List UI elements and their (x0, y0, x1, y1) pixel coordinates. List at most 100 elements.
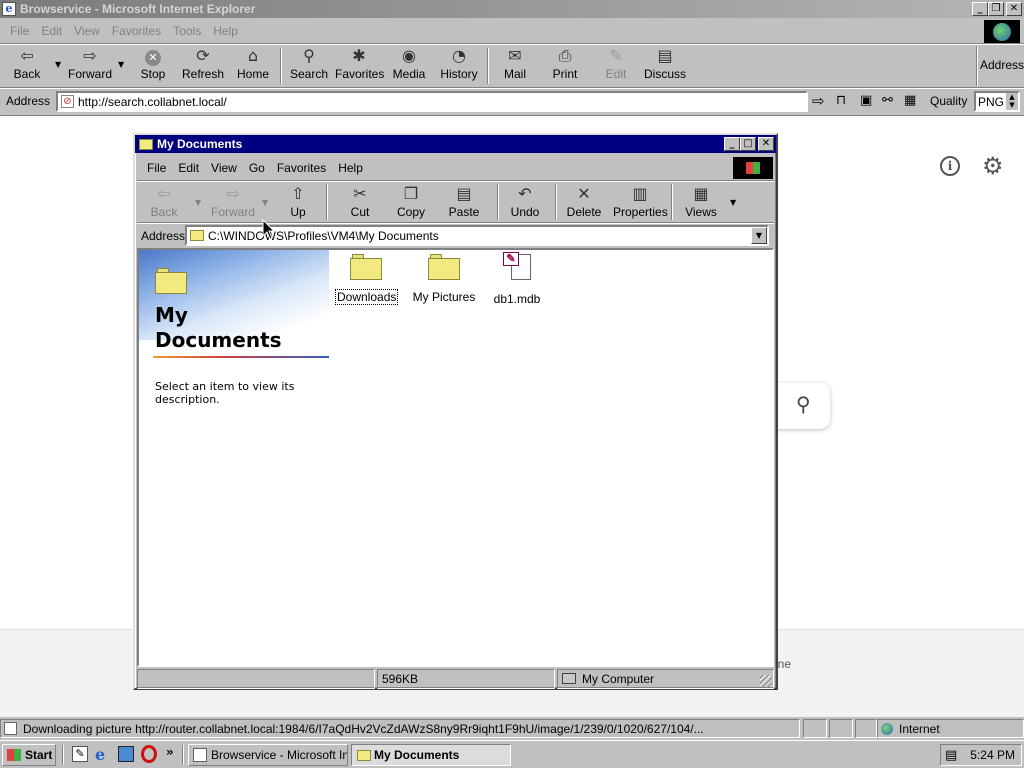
copy-button[interactable]: ❐ Copy (395, 184, 427, 219)
tray-schedule-icon[interactable]: ▤ (945, 748, 957, 763)
explorer-menu-help[interactable]: Help (332, 161, 369, 175)
ie-status-bar: Downloading picture http://router.collab… (0, 719, 1024, 739)
explorer-back-dropdown-icon[interactable]: ▼ (195, 198, 201, 207)
quicklaunch-ie-icon[interactable]: e (95, 745, 105, 764)
start-button[interactable]: Start (2, 744, 56, 766)
file-item-db1[interactable]: ✎ db1.mdb (489, 252, 545, 306)
ie-discuss-button[interactable]: ▤ Discuss (643, 46, 687, 81)
web-search-icon[interactable]: ⚲ (796, 392, 811, 416)
copy-icon: ❐ (403, 184, 419, 203)
ie-menu-edit[interactable]: Edit (35, 24, 68, 38)
address-dropdown-button[interactable]: ▼ (751, 227, 767, 244)
ie-forward-button[interactable]: ⇨ Forward (68, 46, 112, 81)
restore-button[interactable]: ❐ (988, 2, 1004, 16)
quality-select[interactable]: PNG ▲ ▼ (974, 91, 1020, 112)
ie-search-button[interactable]: ⚲ Search (289, 46, 329, 81)
ie-mail-button[interactable]: ✉ Mail (496, 46, 534, 81)
folder-item-my-pictures[interactable]: My Pictures (409, 254, 479, 304)
system-tray: ▤ 5:24 PM (940, 744, 1022, 766)
go-arrow-icon[interactable]: ⇨ (812, 92, 825, 110)
mouse-cursor-icon (262, 219, 276, 240)
explorer-forward-button[interactable]: ⇨ Forward (211, 184, 255, 219)
views-dropdown-icon[interactable]: ▼ (730, 198, 736, 207)
taskbar-ie-icon (193, 748, 207, 762)
ie-address-field[interactable]: ⊘ http://search.collabnet.local/ (56, 91, 808, 112)
ie-title-bar[interactable]: e Browservice - Microsoft Internet Explo… (0, 0, 1024, 18)
search-icon: ⚲ (303, 46, 315, 65)
ie-toolbar: ⇦ Back ▼ ⇨ Forward ▼ ✕ Stop ⟳ Refresh ⌂ … (0, 46, 975, 86)
ie-media-button[interactable]: ◉ Media (390, 46, 428, 81)
ie-menu-bar: File Edit View Favorites Tools Help (4, 21, 244, 41)
quality-spinner[interactable]: ▲ ▼ (1006, 93, 1018, 110)
back-dropdown-icon[interactable]: ▼ (55, 60, 61, 69)
resize-grip-icon[interactable] (760, 675, 772, 687)
ie-menu-tools[interactable]: Tools (167, 24, 207, 38)
explorer-menu-view[interactable]: View (205, 161, 243, 175)
settings-gear-icon[interactable]: ⚙ (982, 152, 1004, 180)
ie-menu-file[interactable]: File (4, 24, 35, 38)
cut-button[interactable]: ✂ Cut (345, 184, 375, 219)
ie-home-button[interactable]: ⌂ Home (234, 46, 272, 81)
my-documents-window[interactable]: My Documents _ □ ✕ File Edit View Go Fav… (133, 133, 778, 690)
delete-button[interactable]: ✕ Delete (565, 184, 603, 219)
quicklaunch-desktop-icon[interactable]: ✎ (72, 746, 88, 762)
edit-icon: ✎ (609, 46, 623, 65)
explorer-close-button[interactable]: ✕ (758, 137, 774, 151)
taskbar-button-my-documents[interactable]: My Documents (351, 744, 511, 766)
stop-icon: ✕ (142, 46, 164, 66)
views-button[interactable]: ▦ Views (683, 184, 719, 219)
explorer-title-bar[interactable]: My Documents _ □ ✕ (135, 135, 776, 153)
quality-value: PNG (978, 95, 1005, 109)
ie-stop-button[interactable]: ✕ Stop (135, 46, 171, 81)
folder-icon (350, 254, 382, 280)
quicklaunch-more-icon[interactable]: » (166, 745, 174, 759)
ie-logo-icon: e (2, 2, 16, 16)
paste-button[interactable]: ▤ Paste (447, 184, 481, 219)
explorer-up-button[interactable]: ⇧ Up (283, 184, 313, 219)
binoculars-icon[interactable]: ⚯ (882, 93, 893, 108)
ie-address-toolbar-label[interactable]: Address (980, 58, 1024, 72)
ie-menu-favorites[interactable]: Favorites (106, 24, 167, 38)
ie-menu-view[interactable]: View (68, 24, 106, 38)
media-icon: ◉ (402, 46, 416, 65)
ie-favorites-button[interactable]: ✱ Favorites (335, 46, 384, 81)
ie-menu-help[interactable]: Help (207, 24, 244, 38)
address-folder-icon (190, 230, 204, 241)
explorer-address-label: Address (141, 229, 186, 243)
bookmark-icon[interactable]: ⊓ (836, 93, 846, 108)
taskbar-button-browservice[interactable]: Browservice - Microsoft Int... (188, 744, 348, 766)
zoom-icon[interactable]: ▣ (860, 93, 872, 108)
explorer-maximize-button[interactable]: □ (740, 137, 756, 151)
clipboard-icon[interactable]: ▦ (904, 93, 916, 108)
undo-button[interactable]: ↶ Undo (507, 184, 543, 219)
explorer-content[interactable]: My Documents Select an item to view its … (137, 248, 774, 667)
ie-print-button[interactable]: ⎙ Print (546, 46, 584, 81)
explorer-menu-go[interactable]: Go (243, 161, 271, 175)
explorer-back-button[interactable]: ⇦ Back (147, 184, 181, 219)
info-icon[interactable]: i (940, 156, 960, 176)
ie-history-button[interactable]: ◔ History (439, 46, 479, 81)
explorer-minimize-button[interactable]: _ (724, 137, 740, 151)
properties-button[interactable]: ▥ Properties (613, 184, 668, 219)
status-text: Downloading picture http://router.collab… (23, 722, 704, 736)
explorer-forward-dropdown-icon[interactable]: ▼ (262, 198, 268, 207)
minimize-button[interactable]: _ (972, 2, 988, 16)
quicklaunch-opera-icon[interactable] (141, 745, 157, 763)
ie-back-button[interactable]: ⇦ Back (8, 46, 46, 81)
explorer-menu-file[interactable]: File (141, 161, 172, 175)
page-icon: ⊘ (61, 95, 74, 108)
ie-refresh-button[interactable]: ⟳ Refresh (181, 46, 225, 81)
windows-flag-icon (746, 162, 760, 174)
ie-edit-button[interactable]: ✎ Edit (597, 46, 635, 81)
forward-dropdown-icon[interactable]: ▼ (118, 60, 124, 69)
my-computer-icon (562, 673, 576, 684)
folder-item-downloads[interactable]: Downloads (335, 254, 399, 305)
quicklaunch-channels-icon[interactable] (118, 746, 134, 762)
status-location: My Computer (557, 669, 774, 689)
taskbar-clock[interactable]: 5:24 PM (970, 748, 1015, 762)
forward-arrow-icon: ⇨ (83, 46, 97, 65)
close-button[interactable]: ✕ (1006, 2, 1022, 16)
explorer-menu-favorites[interactable]: Favorites (271, 161, 332, 175)
item-label-db1: db1.mdb (493, 292, 541, 306)
explorer-menu-edit[interactable]: Edit (172, 161, 205, 175)
